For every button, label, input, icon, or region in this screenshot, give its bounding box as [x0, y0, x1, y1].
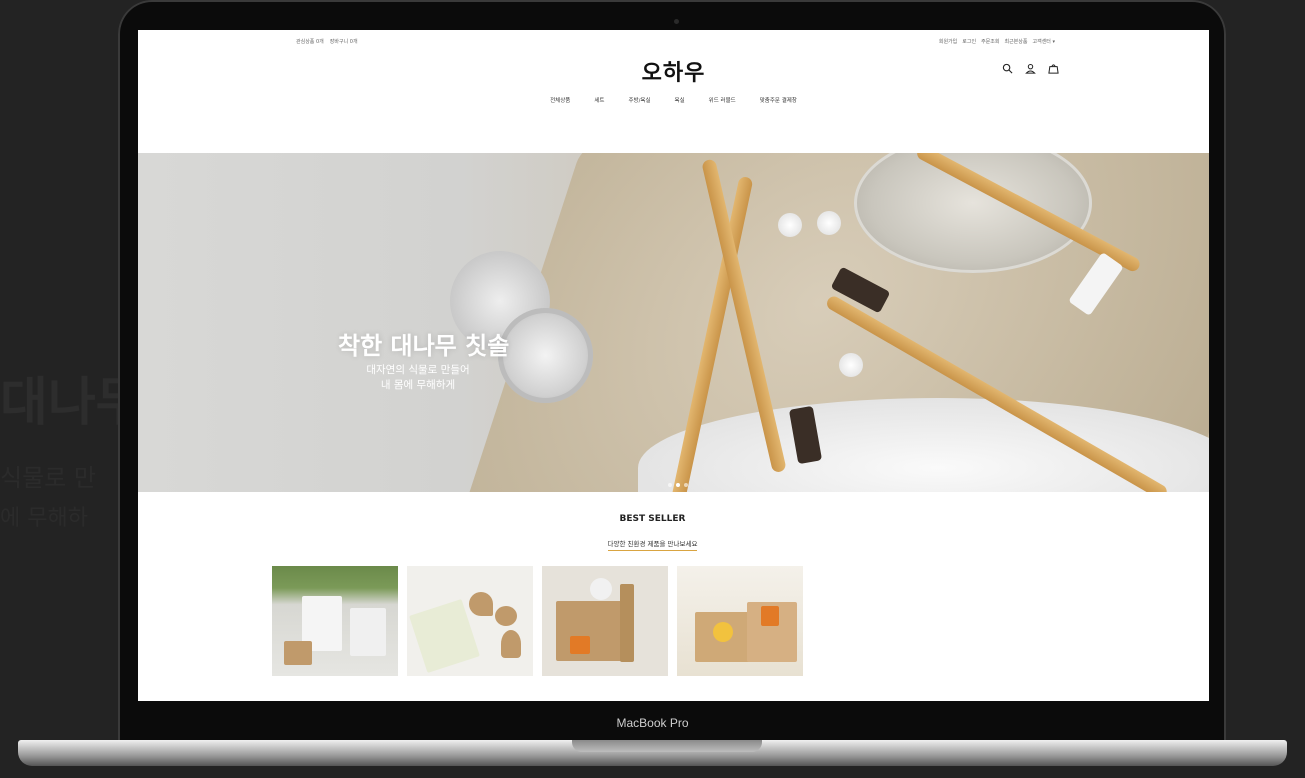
product-card[interactable] — [407, 566, 533, 676]
hero-subtitle-line: 대자연의 식물로 만들어 — [366, 364, 470, 376]
hero-banner[interactable]: 착한 대나무 칫솔 대자연의 식물로 만들어 내 몸에 무해하게 — [138, 153, 1209, 492]
cart-count-link[interactable]: 장바구니 0개 — [330, 38, 358, 45]
nav-item-with-loved[interactable]: 위드 러블드 — [709, 96, 736, 104]
background-blur-text: 식물로 만 — [0, 464, 96, 492]
nav-item-kitchen-bath[interactable]: 주방/욕실 — [628, 96, 650, 104]
carousel-dot[interactable] — [684, 483, 688, 487]
product-card[interactable] — [542, 566, 668, 676]
nav-item-bath[interactable]: 욕실 — [675, 96, 685, 104]
nav-item-custom-order[interactable]: 맞춤주문 결제창 — [760, 96, 797, 104]
carousel-dot[interactable] — [668, 483, 672, 487]
hero-subtitle-line: 내 몸에 무해하게 — [380, 379, 456, 391]
best-seller-subtitle-text: 다양한 친환경 제품을 만나보세요 — [607, 540, 698, 551]
product-item — [570, 636, 590, 654]
recent-items-link[interactable]: 최근본상품 — [1004, 38, 1027, 45]
signup-link[interactable]: 회원가입 — [939, 38, 957, 45]
tablet-tin — [498, 308, 593, 403]
laptop-notch — [572, 740, 762, 752]
hero-subtitle: 대자연의 식물로 만들어 내 몸에 무해하게 — [338, 363, 498, 393]
device-label: MacBook Pro — [616, 716, 689, 730]
nav-item-sets[interactable]: 세트 — [594, 96, 604, 104]
product-grid — [272, 566, 803, 676]
customer-center-link[interactable]: 고객센터 ▾ — [1033, 38, 1056, 45]
top-utility-bar: 관심상품 0개 장바구니 0개 회원가입 로그인 주문조회 최근본상품 고객센터… — [138, 38, 1209, 50]
main-nav: 전체상품 세트 주방/욕실 욕실 위드 러블드 맞춤주문 결제창 — [138, 96, 1209, 104]
nav-item-all-products[interactable]: 전체상품 — [550, 96, 570, 104]
carousel-dots — [668, 483, 688, 487]
hero-title: 착한 대나무 칫솔 — [338, 332, 510, 360]
search-icon[interactable] — [1002, 63, 1013, 74]
product-item — [761, 606, 779, 626]
product-item — [590, 578, 612, 600]
user-icon[interactable] — [1025, 63, 1036, 74]
carousel-dot[interactable] — [676, 483, 680, 487]
best-seller-title: BEST SELLER — [619, 514, 686, 524]
product-item — [713, 622, 733, 642]
product-pouch — [350, 608, 386, 656]
login-link[interactable]: 로그인 — [962, 38, 976, 45]
order-lookup-link[interactable]: 주문조회 — [981, 38, 999, 45]
product-item — [501, 630, 521, 658]
wishlist-link[interactable]: 관심상품 0개 — [296, 38, 324, 45]
camera — [674, 19, 679, 24]
toothpaste-tablet — [817, 211, 841, 235]
product-card[interactable] — [272, 566, 398, 676]
toothpaste-tablet — [778, 213, 802, 237]
bag-icon[interactable] — [1048, 63, 1059, 74]
product-item — [495, 606, 517, 626]
product-tube — [620, 584, 634, 662]
product-box — [284, 641, 312, 665]
product-package — [409, 598, 480, 674]
header-icons — [1002, 63, 1059, 74]
product-card[interactable] — [677, 566, 803, 676]
toothpaste-tablet — [839, 353, 863, 377]
product-box — [556, 601, 626, 661]
product-item — [469, 592, 493, 616]
best-seller-subtitle: 다양한 친환경 제품을 만나보세요 — [0, 538, 1305, 551]
